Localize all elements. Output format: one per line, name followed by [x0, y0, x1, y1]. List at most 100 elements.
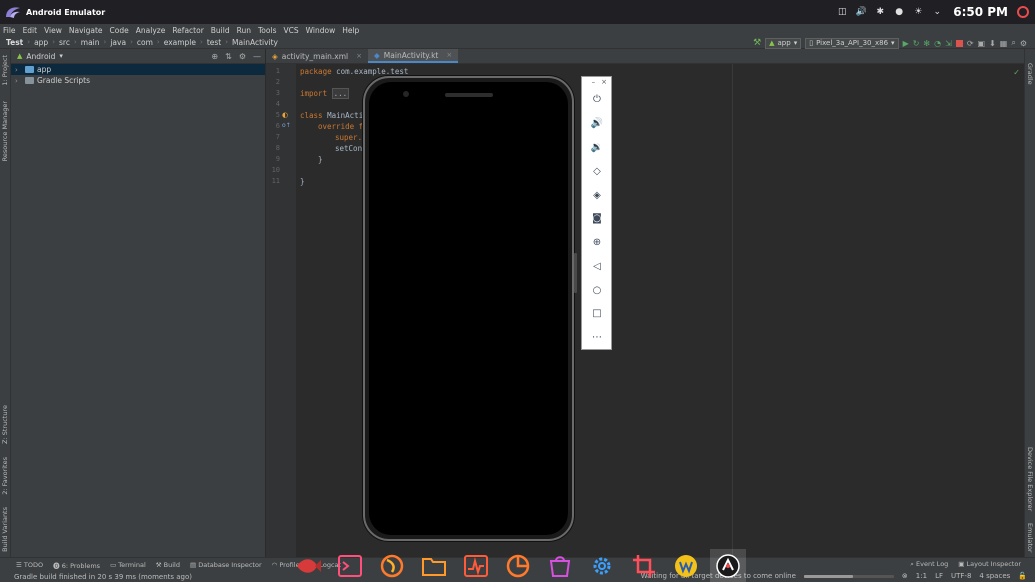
override-gutter-icon[interactable]: o↑	[282, 122, 291, 129]
menu-navigate[interactable]: Navigate	[69, 26, 103, 35]
tool-layout-inspector[interactable]: ▣ Layout Inspector	[958, 560, 1021, 569]
tab-build-variants[interactable]: Build Variants	[1, 507, 9, 552]
settings-icon[interactable]: ⚙	[1020, 39, 1027, 48]
minimize-icon[interactable]: –	[592, 78, 596, 86]
layout-icon[interactable]: ▦	[1000, 39, 1008, 48]
menu-edit[interactable]: Edit	[23, 26, 38, 35]
breadcrumb-item[interactable]: example	[164, 38, 196, 47]
volume-icon[interactable]: 🔊	[856, 7, 867, 17]
volume-down-icon[interactable]: 🔉	[590, 140, 604, 154]
progress-bar[interactable]	[803, 574, 894, 578]
menu-file[interactable]: File	[3, 26, 16, 35]
menu-window[interactable]: Window	[306, 26, 336, 35]
dock-app[interactable]	[584, 549, 620, 582]
dock-app[interactable]	[542, 549, 578, 582]
line-separator[interactable]: LF	[935, 572, 943, 580]
device-select[interactable]: ▯ Pixel_3a_API_30_x86 ▾	[805, 37, 899, 49]
power-icon[interactable]: ⏻	[590, 92, 604, 106]
tool-database-inspector[interactable]: ▤ Database Inspector	[190, 561, 262, 569]
tool-terminal[interactable]: ▭ Terminal	[110, 561, 146, 569]
locate-icon[interactable]: ⊕	[211, 52, 218, 61]
breadcrumb-item[interactable]: Test	[6, 38, 23, 47]
module-select[interactable]: ▲ app ▾	[765, 37, 802, 49]
breadcrumb-item[interactable]: src	[59, 38, 70, 47]
volume-up-icon[interactable]: 🔊	[590, 116, 604, 130]
more-icon[interactable]: ⋯	[590, 330, 604, 344]
close-icon[interactable]: ×	[356, 52, 362, 60]
project-view-selector[interactable]: ▲ Android ▾ ⊕ ⇅ ⚙ —	[11, 49, 265, 64]
lock-icon[interactable]: 🔓	[1018, 572, 1027, 580]
inspection-ok-icon[interactable]: ✓	[1013, 68, 1020, 77]
menu-run[interactable]: Run	[237, 26, 251, 35]
breadcrumb-item[interactable]: app	[34, 38, 48, 47]
breadcrumb-item[interactable]: test	[207, 38, 221, 47]
menu-analyze[interactable]: Analyze	[136, 26, 166, 35]
overview-icon[interactable]: □	[590, 306, 604, 320]
rotate-right-icon[interactable]: ◈	[590, 188, 604, 202]
menu-vcs[interactable]: VCS	[283, 26, 298, 35]
run-gutter-icon[interactable]: ◐	[282, 111, 288, 119]
close-icon[interactable]: ×	[601, 78, 607, 86]
tool-build[interactable]: ⚒ Build	[156, 561, 180, 569]
collapse-icon[interactable]: ⇅	[225, 52, 232, 61]
status-message[interactable]: Gradle build finished in 20 s 39 ms (mom…	[14, 573, 192, 581]
folded-imports[interactable]: ...	[331, 88, 350, 99]
tree-item-gradle-scripts[interactable]: › Gradle Scripts	[11, 75, 265, 86]
dock-app[interactable]	[668, 549, 704, 582]
stop-icon[interactable]	[955, 39, 963, 47]
menu-tools[interactable]: Tools	[258, 26, 276, 35]
close-icon[interactable]: ×	[446, 51, 452, 59]
chevron-right-icon[interactable]: ›	[15, 66, 22, 74]
hammer-icon[interactable]: ⚒	[753, 39, 761, 48]
tab-activity-main-xml[interactable]: ◈ activity_main.xml ×	[266, 49, 368, 63]
tab-structure[interactable]: Z: Structure	[1, 405, 9, 444]
screenshot-icon[interactable]: ◙	[590, 211, 604, 225]
avd-manager-icon[interactable]: ▣	[978, 39, 986, 48]
tab-favorites[interactable]: 2: Favorites	[1, 457, 9, 495]
tab-emulator[interactable]: Emulator	[1026, 523, 1034, 553]
apply-changes-icon[interactable]: ↻	[913, 39, 920, 48]
breadcrumb-item[interactable]: main	[81, 38, 100, 47]
back-icon[interactable]: ◁	[590, 259, 604, 273]
dock-app[interactable]	[500, 549, 536, 582]
clock[interactable]: 6:50 PM	[953, 5, 1008, 19]
menu-view[interactable]: View	[44, 26, 62, 35]
dock-app[interactable]	[374, 549, 410, 582]
breadcrumb-item[interactable]: java	[110, 38, 126, 47]
caret-position[interactable]: 1:1	[916, 572, 927, 580]
dock-app[interactable]	[290, 549, 326, 582]
menu-refactor[interactable]: Refactor	[172, 26, 203, 35]
debug-icon[interactable]: ✻	[923, 39, 930, 48]
tab-resource-manager[interactable]: Resource Manager	[1, 101, 9, 161]
network-icon[interactable]: ◫	[837, 7, 847, 17]
dock-app[interactable]	[626, 549, 662, 582]
menu-help[interactable]: Help	[342, 26, 359, 35]
dock-app-android-studio[interactable]	[710, 549, 746, 582]
dock-app[interactable]	[458, 549, 494, 582]
tab-gradle[interactable]: Gradle	[1026, 63, 1034, 85]
tab-device-file-explorer[interactable]: Device File Explorer	[1026, 447, 1034, 511]
tool-event-log[interactable]: ⌕ Event Log	[910, 560, 948, 569]
tool-todo[interactable]: ☰ TODO	[16, 561, 43, 569]
tool-problems[interactable]: ⓿ 6: Problems	[53, 560, 100, 570]
run-icon[interactable]: ▶	[903, 39, 909, 48]
tab-mainactivity-kt[interactable]: ◆ MainActivity.kt ×	[368, 49, 459, 63]
brightness-icon[interactable]: ☀	[913, 7, 923, 17]
tree-item-app[interactable]: › app	[11, 64, 265, 75]
menu-build[interactable]: Build	[211, 26, 230, 35]
tab-project[interactable]: 1: Project	[1, 55, 9, 86]
profile-icon[interactable]: ◔	[934, 39, 941, 48]
minimize-icon[interactable]: —	[253, 52, 261, 61]
power-icon[interactable]	[1017, 6, 1029, 18]
emulator-screen[interactable]	[369, 82, 568, 535]
rotate-left-icon[interactable]: ◇	[590, 164, 604, 178]
file-encoding[interactable]: UTF-8	[951, 572, 971, 580]
bluetooth-icon[interactable]: ✱	[875, 7, 885, 17]
attach-debugger-icon[interactable]: ⇲	[945, 39, 952, 48]
dock-app[interactable]	[416, 549, 452, 582]
breadcrumb-item[interactable]: MainActivity	[232, 38, 278, 47]
zoom-icon[interactable]: ⊕	[590, 235, 604, 249]
indent-setting[interactable]: 4 spaces	[979, 572, 1010, 580]
breadcrumb-item[interactable]: com	[137, 38, 153, 47]
dock-app[interactable]	[332, 549, 368, 582]
